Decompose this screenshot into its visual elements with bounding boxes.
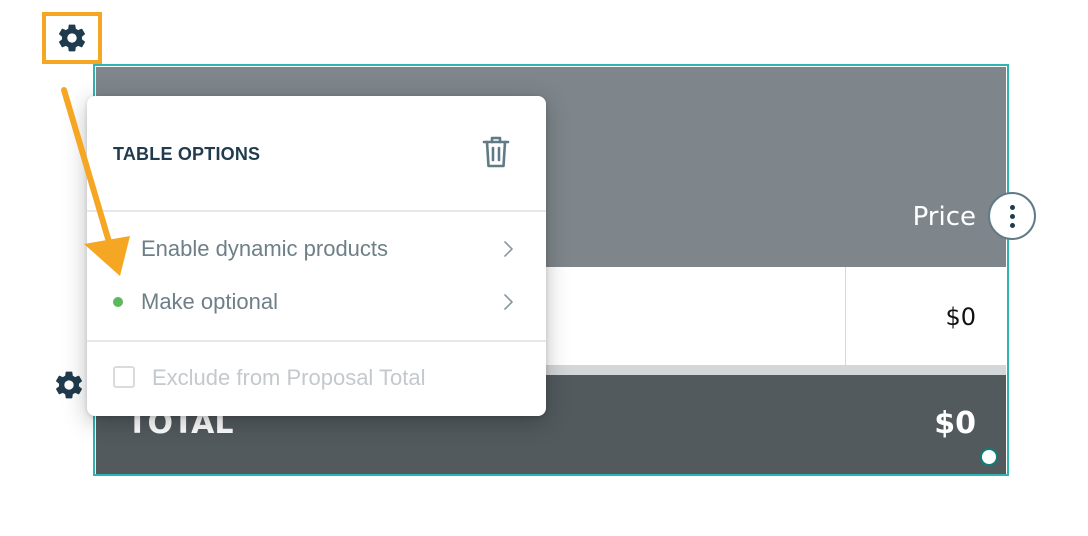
menu-item-label: Enable dynamic products <box>141 236 389 261</box>
trash-icon <box>481 135 511 174</box>
total-value: $0 <box>934 406 976 441</box>
exclude-checkbox[interactable] <box>113 366 135 388</box>
popup-divider <box>87 340 546 342</box>
column-options-button[interactable] <box>988 192 1036 240</box>
popup-divider <box>87 210 546 212</box>
price-column-header: Price <box>912 202 976 232</box>
menu-item-make-optional[interactable]: Make optional <box>87 277 546 327</box>
gear-icon <box>53 369 85 401</box>
active-status-dot <box>113 297 123 307</box>
price-cell[interactable]: $0 <box>850 300 976 334</box>
popup-title: TABLE OPTIONS <box>113 144 261 164</box>
column-divider <box>845 267 846 365</box>
more-vertical-icon <box>1009 204 1015 210</box>
exclude-from-total-option[interactable]: Exclude from Proposal Total <box>87 355 546 401</box>
chevron-right-icon <box>498 239 518 259</box>
chevron-right-icon <box>498 292 518 312</box>
delete-table-button[interactable] <box>478 134 514 174</box>
gear-icon <box>56 22 88 54</box>
table-settings-button[interactable] <box>42 12 102 64</box>
exclude-label: Exclude from Proposal Total <box>152 365 426 390</box>
menu-item-enable-dynamic-products[interactable]: Enable dynamic products <box>87 224 546 274</box>
row-settings-button[interactable] <box>52 368 86 402</box>
resize-handle[interactable] <box>980 448 998 466</box>
menu-item-label: Make optional <box>141 289 278 314</box>
